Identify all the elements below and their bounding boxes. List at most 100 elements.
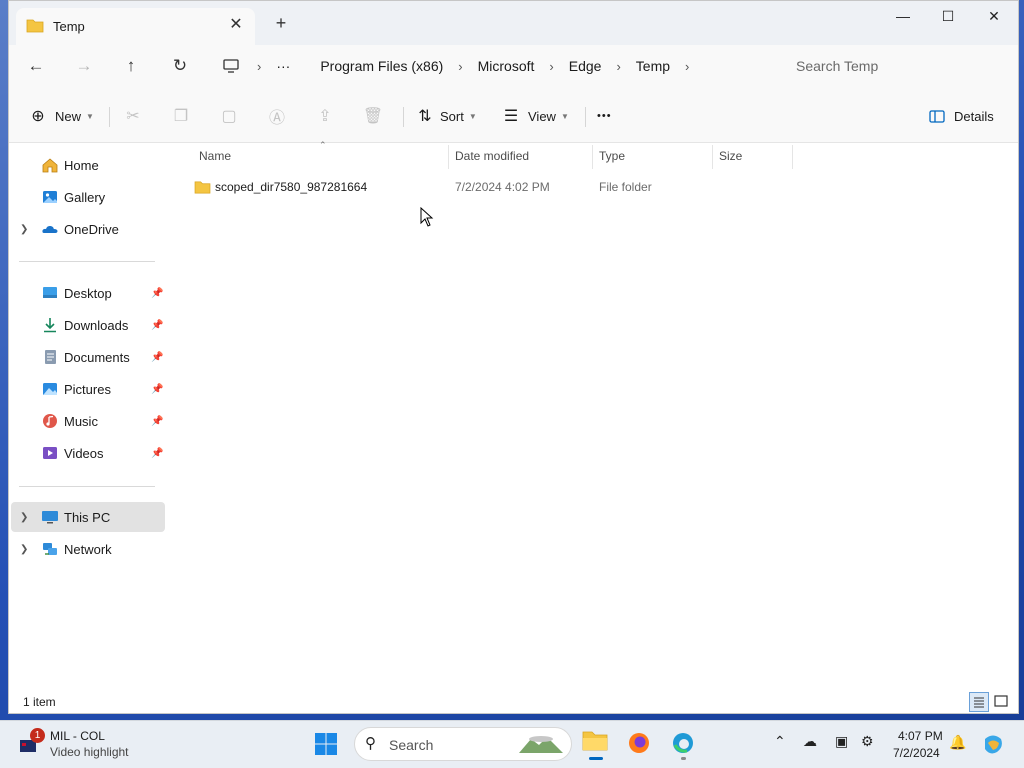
taskbar-file-explorer[interactable] [582,729,610,760]
chevron-right-icon[interactable]: ❯ [20,512,28,523]
chevron-up-icon[interactable]: ⌃ [774,733,786,750]
copy-button[interactable]: ❐ [170,105,192,127]
tiles-view-button[interactable] [992,692,1012,712]
sidebar-item-videos[interactable]: Videos 📌 [11,438,165,468]
column-header-type[interactable]: Type [599,149,625,163]
address-bar-row: ← → ↑ ↻ › ··· Program Files (x86) › Micr… [9,45,1018,87]
sidebar-item-label: Downloads [64,317,129,333]
breadcrumb-program-files[interactable]: Program Files (x86) [316,58,447,74]
column-divider[interactable] [448,145,449,169]
new-button[interactable]: ⊕ New ▼ [27,105,94,127]
column-header-date-modified[interactable]: Date modified [455,149,529,163]
sidebar-item-onedrive[interactable]: ❯ OneDrive [11,214,165,244]
clock-time[interactable]: 4:07 PM [898,729,943,743]
details-view-icon [974,697,984,708]
delete-button[interactable]: 🗑 [362,105,384,127]
up-button[interactable]: ↑ [116,52,146,80]
onedrive-tray-icon[interactable]: ☁ [803,733,817,750]
breadcrumb-temp[interactable]: Temp [632,58,674,74]
search-highlight-icon [519,736,563,753]
start-button[interactable] [314,732,340,758]
network-tray-icon[interactable]: ⚙ [861,733,874,750]
sidebar-item-label: Pictures [64,381,111,397]
more-options-button[interactable]: ••• [597,105,612,127]
edge-icon [673,733,693,753]
refresh-icon: ↻ [172,56,188,75]
taskbar-search-label: Search [389,737,434,753]
chevron-right-icon[interactable]: › [447,59,473,74]
sidebar-item-this-pc[interactable]: ❯ This PC [11,502,165,532]
sort-label: Sort [440,108,464,124]
table-row[interactable]: scoped_dir7580_987281664 7/2/2024 4:02 P… [187,176,957,198]
sidebar-item-downloads[interactable]: Downloads 📌 [11,310,165,340]
pin-icon: 📌 [151,319,164,331]
close-tab-icon[interactable]: ✕ [225,14,247,36]
chevron-right-icon[interactable]: › [674,59,700,74]
new-label: New [55,108,82,124]
firefox-icon [629,733,649,753]
folder-icon [194,181,211,194]
column-divider[interactable] [792,145,793,169]
new-tab-button[interactable]: + [271,13,291,33]
status-bar: 1 item [9,691,1018,713]
sort-button[interactable]: ⇅ Sort ▼ [414,105,477,127]
chevron-down-icon: ▼ [468,111,477,121]
weather-widget[interactable]: 1 MIL - COL Video highlight [16,727,166,763]
column-divider[interactable] [592,145,593,169]
gallery-icon [43,191,57,203]
pin-icon: 📌 [151,287,164,299]
close-window-button[interactable]: ✕ [971,1,1017,31]
sidebar-item-home[interactable]: Home [11,150,165,180]
active-app-indicator [589,757,603,760]
tab-temp[interactable]: Temp ✕ [16,8,255,45]
sidebar-item-documents[interactable]: Documents 📌 [11,342,165,372]
sidebar-item-gallery[interactable]: Gallery [11,182,165,212]
view-button[interactable]: ☰ View ▼ [500,105,569,127]
search-input[interactable]: Search Temp [785,52,1011,80]
clipboard-icon: ▢ [221,108,237,125]
chevron-right-icon[interactable]: › [219,59,272,74]
chevron-right-icon[interactable]: ❯ [20,544,28,555]
notification-bell-icon[interactable]: 🔔 [949,734,966,751]
details-pane-button[interactable]: Details [929,105,994,127]
breadcrumb-edge[interactable]: Edge [565,58,606,74]
details-view-button[interactable] [969,692,989,712]
maximize-button[interactable]: ☐ [925,1,971,31]
sidebar-item-pictures[interactable]: Pictures 📌 [11,374,165,404]
file-type: File folder [599,180,652,194]
taskbar-edge[interactable] [671,731,697,760]
pin-icon: 📌 [151,447,164,459]
scissors-icon: ✂ [126,108,140,125]
share-button[interactable]: ⇪ [314,105,336,127]
rename-button[interactable]: Ⓐ [266,105,288,127]
copilot-icon[interactable] [982,733,1004,755]
divider [19,261,155,262]
file-name[interactable]: scoped_dir7580_987281664 [215,180,367,194]
minimize-button[interactable]: — [880,1,926,31]
paste-button[interactable]: ▢ [218,105,240,127]
divider [585,107,586,127]
navigation-pane: Home Gallery ❯ OneDrive Desktop 📌 Downlo… [9,143,173,691]
taskbar-search[interactable]: ⚲ Search [354,727,572,761]
display-icon[interactable]: ▣ [835,733,848,750]
tiles-view-icon [994,695,1008,707]
clock-date[interactable]: 7/2/2024 [893,746,940,760]
breadcrumb-overflow[interactable]: ··· [272,58,294,74]
column-divider[interactable] [712,145,713,169]
refresh-button[interactable]: ↻ [165,52,195,80]
chevron-right-icon[interactable]: › [605,59,631,74]
chevron-right-icon[interactable]: ❯ [20,224,28,235]
forward-button[interactable]: → [69,52,99,80]
column-header-size[interactable]: Size [719,149,742,163]
back-button[interactable]: ← [21,52,51,80]
cut-button[interactable]: ✂ [122,105,144,127]
sidebar-item-desktop[interactable]: Desktop 📌 [11,278,165,308]
breadcrumb-microsoft[interactable]: Microsoft [474,58,539,74]
chevron-right-icon[interactable]: › [538,59,564,74]
sidebar-item-network[interactable]: ❯ Network [11,534,165,564]
file-explorer-icon [582,731,608,751]
column-header-name[interactable]: Name [199,149,231,163]
sidebar-item-music[interactable]: Music 📌 [11,406,165,436]
taskbar-firefox[interactable] [627,731,653,757]
arrow-right-icon: → [75,56,93,75]
